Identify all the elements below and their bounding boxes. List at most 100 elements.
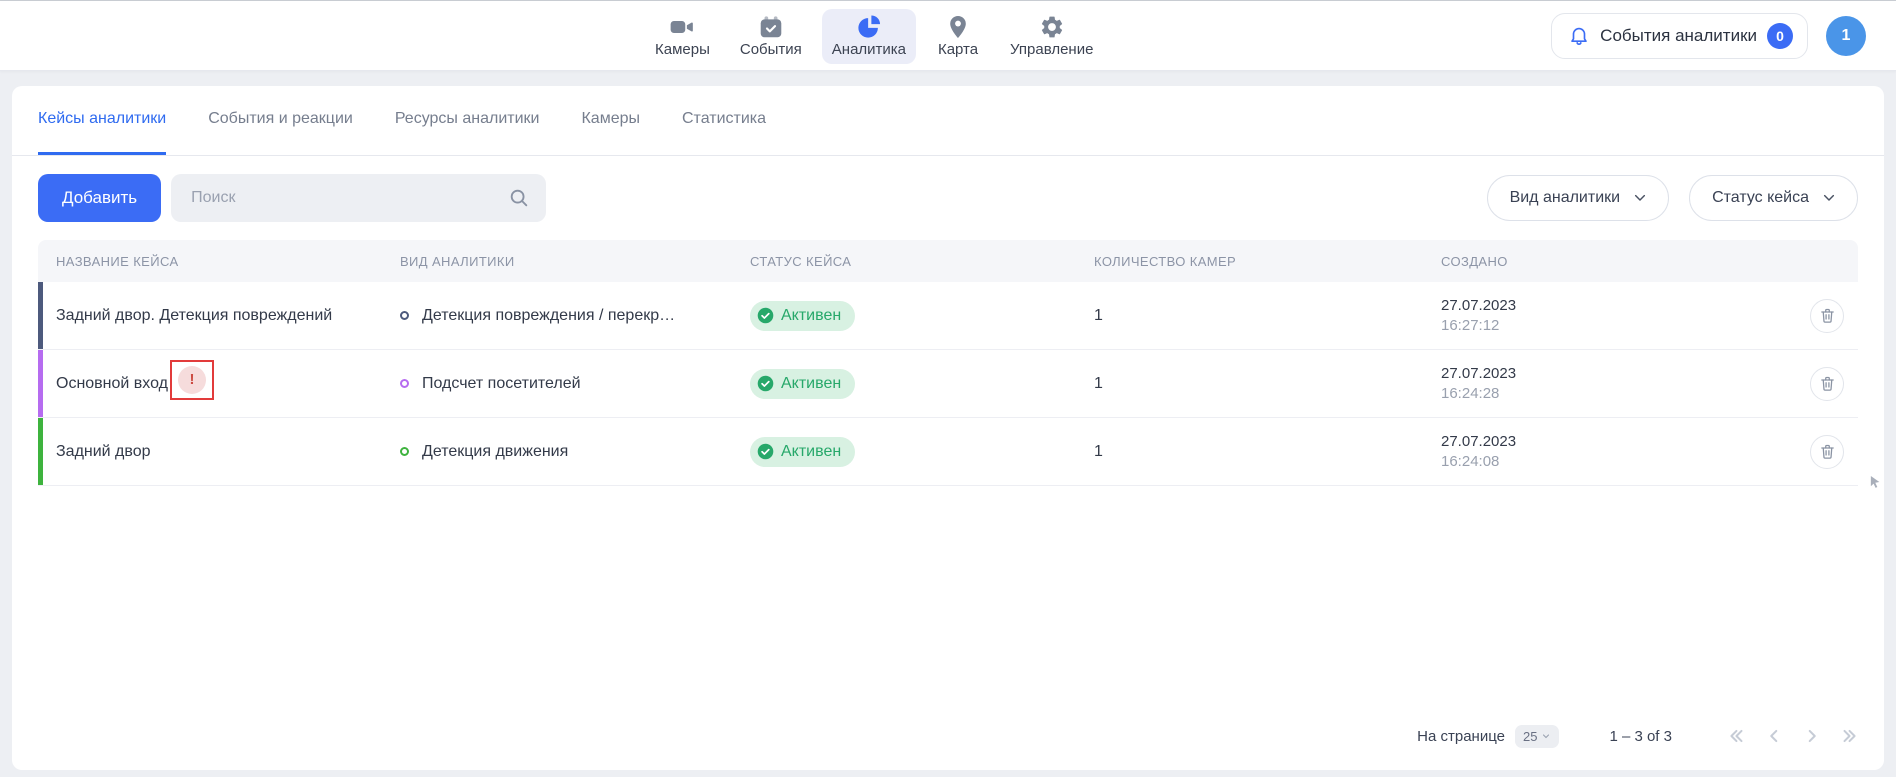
- main-panel: Кейсы аналитики События и реакции Ресурсы …: [12, 86, 1884, 770]
- case-name: Задний двор: [56, 443, 151, 461]
- per-page-label: На странице: [1417, 728, 1505, 745]
- nav-item-label: События: [740, 41, 802, 58]
- status-badge: Активен: [750, 437, 855, 467]
- range-text: 1 – 3 of 3: [1609, 728, 1672, 745]
- tab-3[interactable]: Камеры: [581, 110, 640, 155]
- tab-0[interactable]: Кейсы аналитики: [38, 110, 166, 155]
- gear-icon: [1039, 14, 1065, 40]
- pie-chart-icon: [856, 14, 882, 40]
- case-status-cell: Активен: [750, 301, 1094, 331]
- filter-group: Вид аналитики Статус кейса: [1487, 175, 1858, 221]
- created-time: 16:24:08: [1441, 452, 1784, 472]
- per-page-value: 25: [1523, 729, 1537, 744]
- nav-item-label: Управление: [1010, 41, 1093, 58]
- analytics-type-cell: Детекция повреждения / перекр…: [400, 307, 750, 325]
- nav-item-analytics[interactable]: Аналитика: [822, 9, 916, 64]
- table-row[interactable]: Задний двор Детекция движения Активен 1 …: [38, 418, 1858, 486]
- table-body: Задний двор. Детекция повреждений Детекц…: [38, 282, 1858, 486]
- case-status-cell: Активен: [750, 437, 1094, 467]
- search-input[interactable]: [191, 189, 508, 207]
- cameras-count-cell: 1: [1094, 307, 1441, 325]
- case-name: Задний двор. Детекция повреждений: [56, 307, 332, 325]
- trash-icon: [1819, 307, 1836, 324]
- analytics-type-filter[interactable]: Вид аналитики: [1487, 175, 1670, 221]
- trash-icon: [1819, 375, 1836, 392]
- trash-icon: [1819, 443, 1836, 460]
- delete-case-button[interactable]: [1810, 367, 1844, 401]
- column-header-4: СОЗДАНО: [1441, 254, 1784, 269]
- top-bar: Камеры События Аналитика Карта Управление Со…: [0, 1, 1896, 71]
- case-name-cell: Основной вход !: [56, 364, 400, 404]
- table-header: НАЗВАНИЕ КЕЙСАВИД АНАЛИТИКИСТАТУС КЕЙСАК…: [38, 240, 1858, 282]
- analytics-type-icon: [400, 311, 409, 320]
- analytics-type-cell: Подсчет посетителей: [400, 375, 750, 393]
- chevron-down-icon: [1821, 190, 1837, 206]
- nav-item-label: Аналитика: [832, 41, 906, 58]
- row-accent-bar: [38, 350, 43, 417]
- analytics-type-label: Детекция движения: [422, 443, 568, 461]
- filter-label: Вид аналитики: [1510, 189, 1621, 207]
- user-avatar[interactable]: 1: [1826, 16, 1866, 56]
- delete-case-button[interactable]: [1810, 299, 1844, 333]
- nav-item-label: Карта: [938, 41, 978, 58]
- map-pin-icon: [945, 14, 971, 40]
- alert-highlight-box: !: [170, 360, 214, 400]
- created-time: 16:27:12: [1441, 316, 1784, 336]
- row-accent-bar: [38, 282, 43, 349]
- bell-icon: [1568, 24, 1590, 49]
- delete-case-button[interactable]: [1810, 435, 1844, 469]
- case-name-cell: Задний двор. Детекция повреждений: [56, 307, 400, 325]
- topbar-right-controls: События аналитики 0 1: [1551, 1, 1866, 71]
- column-header-1: ВИД АНАЛИТИКИ: [400, 254, 750, 269]
- last-page-icon[interactable]: [1838, 724, 1862, 748]
- nav-item-cameras[interactable]: Камеры: [645, 9, 720, 64]
- mouse-cursor: [1870, 476, 1882, 495]
- nav-item-label: Камеры: [655, 41, 710, 58]
- created-date: 27.07.2023: [1441, 296, 1784, 316]
- column-header-0: НАЗВАНИЕ КЕЙСА: [56, 254, 400, 269]
- nav-item-management[interactable]: Управление: [1000, 9, 1103, 64]
- table-row[interactable]: Основной вход ! Подсчет посетителей Акти…: [38, 350, 1858, 418]
- tab-2[interactable]: Ресурсы аналитики: [395, 110, 540, 155]
- case-status-filter[interactable]: Статус кейса: [1689, 175, 1858, 221]
- prev-page-icon[interactable]: [1762, 724, 1786, 748]
- analytics-type-label: Детекция повреждения / перекр…: [422, 307, 675, 325]
- tab-4[interactable]: Статистика: [682, 110, 766, 155]
- created-date: 27.07.2023: [1441, 364, 1784, 384]
- warning-icon: !: [178, 366, 206, 394]
- per-page-select[interactable]: 25: [1515, 725, 1559, 748]
- first-page-icon[interactable]: [1724, 724, 1748, 748]
- created-cell: 27.07.2023 16:27:12: [1441, 296, 1784, 336]
- nav-item-events[interactable]: События: [730, 9, 812, 64]
- add-button[interactable]: Добавить: [38, 174, 161, 222]
- nav-item-map[interactable]: Карта: [926, 9, 990, 64]
- case-name-cell: Задний двор: [56, 443, 400, 461]
- filter-label: Статус кейса: [1712, 189, 1809, 207]
- search-field: [171, 174, 546, 222]
- next-page-icon[interactable]: [1800, 724, 1824, 748]
- analytics-type-icon: [400, 379, 409, 388]
- calendar-events-icon: [758, 14, 784, 40]
- toolbar: Добавить Вид аналитики Статус кейса: [38, 174, 1858, 222]
- status-badge: Активен: [750, 369, 855, 399]
- pagination-footer: На странице 25 1 – 3 of 3: [12, 714, 1884, 770]
- column-header-3: КОЛИЧЕСТВО КАМЕР: [1094, 254, 1441, 269]
- status-badge: Активен: [750, 301, 855, 331]
- events-count-badge: 0: [1767, 23, 1793, 49]
- tab-1[interactable]: События и реакции: [208, 110, 353, 155]
- main-navigation: Камеры События Аналитика Карта Управление: [645, 1, 1103, 71]
- row-accent-bar: [38, 418, 43, 485]
- case-name: Основной вход: [56, 375, 168, 393]
- search-icon: [508, 187, 530, 209]
- table-row[interactable]: Задний двор. Детекция повреждений Детекц…: [38, 282, 1858, 350]
- case-status-cell: Активен: [750, 369, 1094, 399]
- cameras-count-cell: 1: [1094, 443, 1441, 461]
- cameras-count-cell: 1: [1094, 375, 1441, 393]
- analytics-events-button[interactable]: События аналитики 0: [1551, 13, 1808, 59]
- status-label: Активен: [781, 375, 841, 393]
- created-time: 16:24:28: [1441, 384, 1784, 404]
- analytics-type-label: Подсчет посетителей: [422, 375, 581, 393]
- pager-controls: [1724, 724, 1862, 748]
- check-circle-icon: [757, 307, 774, 324]
- column-header-2: СТАТУС КЕЙСА: [750, 254, 1094, 269]
